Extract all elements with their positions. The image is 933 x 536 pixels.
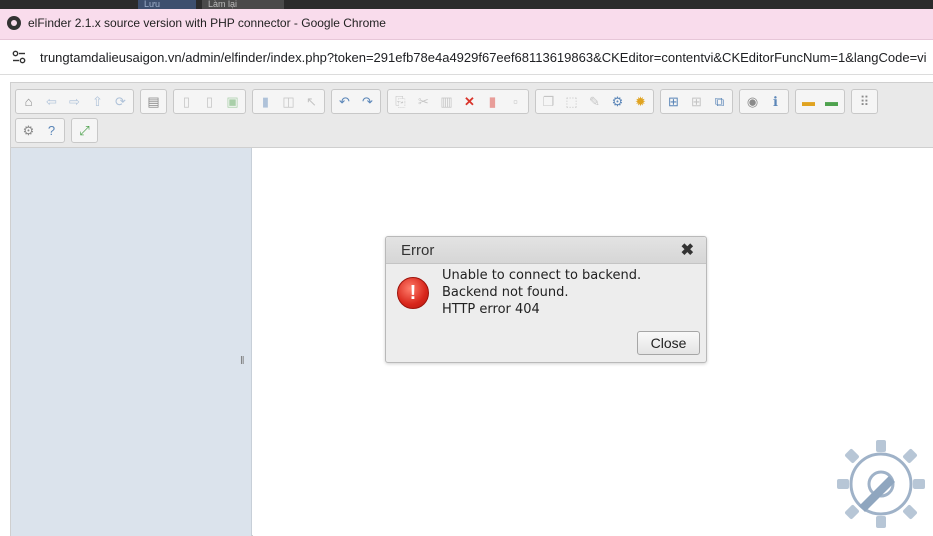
preferences-icon[interactable]: ▬ xyxy=(798,91,819,112)
view-icon[interactable]: ⠿ xyxy=(854,91,875,112)
back-icon[interactable]: ⇦ xyxy=(41,91,62,112)
toolbar-group: ⊞ ⊞ ⧉ xyxy=(660,89,733,114)
list-view-icon[interactable]: ⊞ xyxy=(686,91,707,112)
duplicate-icon[interactable]: ❐ xyxy=(538,91,559,112)
dialog-title: Error xyxy=(401,242,435,259)
extract-icon[interactable]: ✹ xyxy=(630,91,651,112)
address-bar[interactable]: trungtamdalieusaigon.vn/admin/elfinder/i… xyxy=(0,40,933,75)
toolbar-group: ⚙? xyxy=(15,118,65,143)
empty-icon[interactable]: ▫ xyxy=(505,91,526,112)
edit-icon[interactable]: ✎ xyxy=(584,91,605,112)
mkfile-icon[interactable]: ▯ xyxy=(199,91,220,112)
background-app-strip: Lưu Làm lại xyxy=(0,0,933,9)
error-message-1: Unable to connect to backend. xyxy=(442,268,642,283)
toolbar-group: ▬ ▬ xyxy=(795,89,845,114)
trash-icon[interactable]: ▮ xyxy=(482,91,503,112)
title-bar: Lưu Làm lại elFinder 2.1.x source versio… xyxy=(0,0,933,40)
background-reset-button: Làm lại xyxy=(202,0,284,9)
navbar-resize-handle[interactable]: ‖ xyxy=(240,355,245,367)
maximize-icon[interactable]: ⤢ xyxy=(74,120,95,141)
rename-icon[interactable]: ⬚ xyxy=(561,91,582,112)
toolbar-group: ❐ ⬚ ✎ ⚙ ✹ xyxy=(535,89,654,114)
toolbar-row-2: ⚙? ⤢ xyxy=(15,118,104,143)
help-icon[interactable]: ? xyxy=(41,120,62,141)
toolbar-group: ↶ ↷ xyxy=(331,89,381,114)
download-icon[interactable]: ◫ xyxy=(278,91,299,112)
navbar-tree[interactable]: ‖ xyxy=(11,148,252,536)
icons-view-icon[interactable]: ⊞ xyxy=(663,91,684,112)
select-icon[interactable]: ↖ xyxy=(301,91,322,112)
sort-icon[interactable]: ⧉ xyxy=(709,91,730,112)
chrome-icon xyxy=(7,16,21,30)
error-icon: ! xyxy=(397,277,429,309)
reload-icon[interactable]: ⟳ xyxy=(110,91,131,112)
home-icon[interactable]: ⌂ xyxy=(18,91,39,112)
toolbar-group: ⌂ ⇦ ⇨ ⇧ ⟳ xyxy=(15,89,134,114)
dialog-header[interactable]: Error ✖ xyxy=(386,237,706,264)
url-text[interactable]: trungtamdalieusaigon.vn/admin/elfinder/i… xyxy=(40,50,927,65)
window-title: elFinder 2.1.x source version with PHP c… xyxy=(28,16,386,30)
mkdir-icon[interactable]: ▯ xyxy=(176,91,197,112)
delete-icon[interactable]: ✕ xyxy=(459,91,480,112)
browser-window: Lưu Làm lại elFinder 2.1.x source versio… xyxy=(0,0,933,536)
settings-icon[interactable]: ⚙ xyxy=(18,120,39,141)
preview-icon[interactable]: ◉ xyxy=(742,91,763,112)
toolbar-group: ⎘ ✂ ▥ ✕ ▮ ▫ xyxy=(387,89,529,114)
toolbar-row-1: ⌂ ⇦ ⇨ ⇧ ⟳ ▤ ▯ ▯ ▣ ▮ ◫ ↖ ↶ ↷ ⎘ ✂ ▥ ✕ ▮ ▫ ❐ ⬚ ✎ ⚙ ✹ ⊞ ⊞ ⧉ ◉ ℹ ▬ ▬ ⠿ xyxy=(15,89,884,114)
elfinder-toolbar: ⌂ ⇦ ⇨ ⇧ ⟳ ▤ ▯ ▯ ▣ ▮ ◫ ↖ ↶ ↷ ⎘ ✂ ▥ ✕ ▮ ▫ ❐ ⬚ ✎ ⚙ ✹ ⊞ ⊞ ⧉ ◉ ℹ ▬ ▬ ⠿ ⚙? ⤢ xyxy=(11,83,933,148)
error-dialog: Error ✖ ! Unable to connect to backend. … xyxy=(385,236,707,363)
paste-icon[interactable]: ▥ xyxy=(436,91,457,112)
close-icon[interactable]: ✖ xyxy=(681,242,694,259)
cut-icon[interactable]: ✂ xyxy=(413,91,434,112)
toolbar-group: ⤢ xyxy=(71,118,98,143)
toolbar-group: ▯ ▯ ▣ xyxy=(173,89,246,114)
toolbar-group: ⠿ xyxy=(851,89,878,114)
error-message-3: HTTP error 404 xyxy=(442,302,540,317)
redo-icon[interactable]: ↷ xyxy=(357,91,378,112)
forward-icon[interactable]: ⇨ xyxy=(64,91,85,112)
toolbar-group: ▮ ◫ ↖ xyxy=(252,89,325,114)
info-icon[interactable]: ℹ xyxy=(765,91,786,112)
undo-icon[interactable]: ↶ xyxy=(334,91,355,112)
resize-icon[interactable]: ⚙ xyxy=(607,91,628,112)
error-message-2: Backend not found. xyxy=(442,285,569,300)
close-button[interactable]: Close xyxy=(637,331,700,355)
watermark-gear-icon xyxy=(837,440,925,528)
open-icon[interactable]: ▮ xyxy=(255,91,276,112)
up-icon[interactable]: ⇧ xyxy=(87,91,108,112)
fullscreen-icon[interactable]: ▬ xyxy=(821,91,842,112)
toolbar-group: ◉ ℹ xyxy=(739,89,789,114)
toolbar-group: ▤ xyxy=(140,89,167,114)
background-save-button: Lưu xyxy=(138,0,196,9)
upload-icon[interactable]: ▣ xyxy=(222,91,243,112)
site-settings-icon[interactable] xyxy=(11,49,27,65)
netmount-icon[interactable]: ▤ xyxy=(143,91,164,112)
copy-icon[interactable]: ⎘ xyxy=(390,91,411,112)
